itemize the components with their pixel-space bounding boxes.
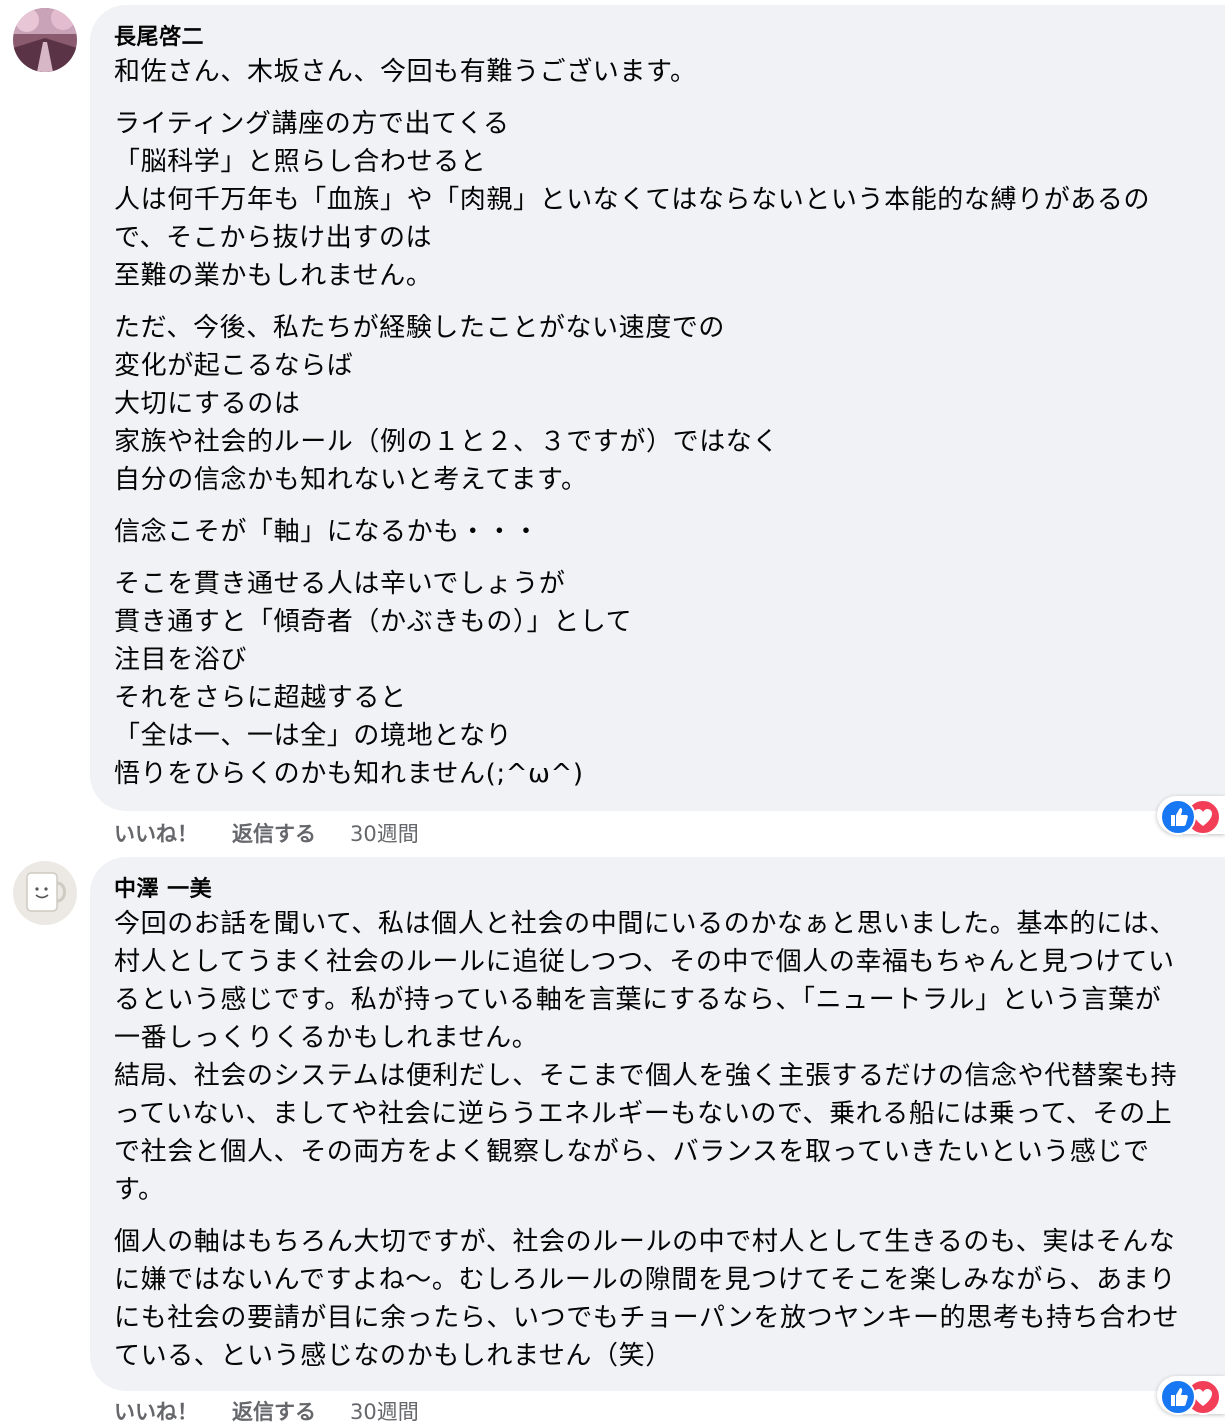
comment-paragraph: 信念こそが「軸」になるかも・・・ [114,513,1225,551]
comment-bubble: 長尾啓二 和佐さん、木坂さん、今回も有難うございます。 ライティング講座の方で出… [90,5,1225,811]
like-link[interactable]: いいね！ [114,818,198,848]
comment-text-line: 大切にするのは [114,389,301,419]
comment-author[interactable]: 長尾啓二 [114,23,1225,53]
comment-paragraph: ただ、今後、私たちが経験したことがない速度での 変化が起こるならば 大切にするの… [114,309,1225,499]
avatar[interactable] [13,8,77,72]
comment-text-line: 今回のお話を聞いて、私は個人と社会の中間にいるのかなぁと思いました。基本的には、 [114,909,1176,939]
comment-text-line: にも社会の要請が目に余ったら、いつでもチョーパンを放つヤンキー的思考も持ち合わせ [114,1303,1180,1333]
comment-text-line: 家族や社会的ルール（例の１と２、３ですが）ではなく [114,427,780,457]
comment-text-line: で、そこから抜け出すのは [114,223,433,253]
comment-actions: いいね！ 返信する 30週間 [114,818,453,848]
comment-author[interactable]: 中澤 一美 [114,875,1225,905]
comment-text-line: に嫌ではないんですよね〜。むしろルールの隙間を見つけてそこを楽しみながら、あまり [114,1265,1176,1295]
comment-text-line: で社会と個人、その両方をよく観察しながら、バランスを取っていきたいという感じで [114,1137,1150,1167]
comment-text-line: 「脳科学」と照らし合わせると [114,147,487,177]
reaction-summary[interactable] [1157,1376,1225,1415]
comment-bubble: 中澤 一美 今回のお話を聞いて、私は個人と社会の中間にいるのかなぁと思いました。… [90,857,1225,1391]
avatar[interactable] [13,861,77,925]
comment-text-line: っていない、ましてや社会に逆らうエネルギーもないので、乗れる船には乗って、その上 [114,1099,1173,1129]
comment-text-line: 変化が起こるならば [114,351,354,381]
like-icon [1160,799,1196,835]
reply-link[interactable]: 返信する [232,818,316,848]
comment-actions: いいね！ 返信する 30週間 [114,1396,453,1426]
comment-text-line: 人は何千万年も「血族」や「肉親」といなくてはならないという本能的な縛りがあるの [114,185,1151,215]
comment-paragraph: 今回のお話を聞いて、私は個人と社会の中間にいるのかなぁと思いました。基本的には、… [114,905,1225,1209]
comment-paragraph: 和佐さん、木坂さん、今回も有難うございます。 [114,53,1225,91]
comment-text-line: 結局、社会のシステムは便利だし、そこまで個人を強く主張するだけの信念や代替案も持 [114,1061,1178,1091]
comment-paragraph: 個人の軸はもちろん大切ですが、社会のルールの中で村人として生きるのも、実はそんな… [114,1223,1225,1375]
comment-text-line: 自分の信念かも知れないと考えてます。 [114,465,588,495]
comment-text-line: ている、という感じなのかもしれません（笑） [114,1341,672,1371]
avatar-photo-icon [13,8,77,72]
comment-text-line: 「全は一、一は全」の境地となり [114,721,513,751]
comment-text-line: 至難の業かもしれません。 [114,261,433,291]
comment-paragraph: ライティング講座の方で出てくる 「脳科学」と照らし合わせると 人は何千万年も「血… [114,105,1225,295]
comment-text-line: 一番しっくりくるかもしれません。 [114,1023,539,1053]
comment-text-line: ただ、今後、私たちが経験したことがない速度での [114,313,726,343]
comment-text-line: 悟りをひらくのかも知れません(;^ω^) [114,759,584,789]
comment-text-line: 和佐さん、木坂さん、今回も有難うございます。 [114,57,697,87]
comment-paragraph: そこを貫き通せる人は辛いでしょうが 貫き通すと「傾奇者（かぶきもの）」として 注… [114,565,1225,793]
reply-link[interactable]: 返信する [232,1396,316,1426]
comment-text-line: 信念こそが「軸」になるかも・・・ [114,517,540,547]
comment-text-line: るという感じです。私が持っている軸を言葉にするなら、「ニュートラル」という言葉が [114,985,1162,1015]
comment-text-line: 村人としてうまく社会のルールに追従しつつ、その中で個人の幸福もちゃんと見つけてい [114,947,1175,977]
comment-text-line: それをさらに超越すると [114,683,407,713]
comment-text-line: 貫き通すと「傾奇者（かぶきもの）」として [114,607,633,637]
comment-text-line: 個人の軸はもちろん大切ですが、社会のルールの中で村人として生きるのも、実はそんな [114,1227,1176,1257]
timestamp[interactable]: 30週間 [350,1396,419,1426]
avatar-photo-icon [13,861,77,925]
reaction-summary[interactable] [1157,796,1225,835]
comment-text-line: す。 [114,1175,165,1205]
comment-text-line: 注目を浴び [114,645,248,675]
comment-text-line: そこを貫き通せる人は辛いでしょうが [114,569,566,599]
timestamp[interactable]: 30週間 [350,818,419,848]
like-link[interactable]: いいね！ [114,1396,198,1426]
like-icon [1160,1379,1196,1415]
comment-text-line: ライティング講座の方で出てくる [114,109,510,139]
